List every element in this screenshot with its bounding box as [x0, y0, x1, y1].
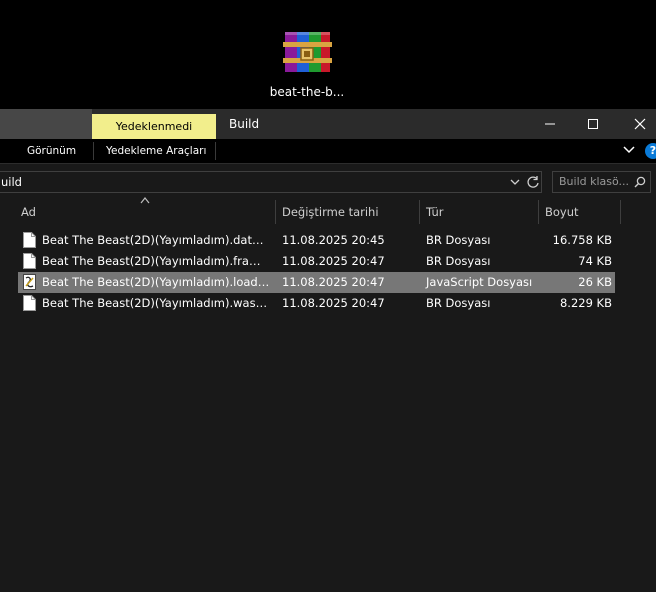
- explorer-window: Yedeklenmedi Build Görünüm Yedekleme Ara…: [0, 109, 656, 592]
- file-name: Beat The Beast(2D)(Yayımladım).loader.js: [42, 275, 270, 289]
- tab-view[interactable]: Görünüm: [27, 139, 76, 163]
- file-type: BR Dosyası: [426, 233, 491, 247]
- file-size: 74 KB: [578, 254, 612, 268]
- file-size: 26 KB: [578, 275, 612, 289]
- ribbon-tabs: Görünüm Yedekleme Araçları ?: [0, 139, 656, 164]
- desktop-item-label: beat-the-b...: [269, 85, 345, 99]
- search-icon: [634, 176, 646, 188]
- minimize-icon: [545, 123, 555, 125]
- column-headers: Ad Değiştirme tarihi Tür Boyut: [0, 197, 656, 226]
- address-dropdown-chevron-down-icon[interactable]: [509, 176, 521, 188]
- winrar-archive-icon: [283, 32, 332, 72]
- file-date: 11.08.2025 20:47: [282, 296, 385, 310]
- search-placeholder: Build klasö...: [559, 175, 630, 188]
- column-header-date[interactable]: Değiştirme tarihi: [282, 198, 379, 226]
- ribbon-divider: [93, 142, 94, 160]
- javascript-file-icon: [23, 274, 36, 290]
- address-bar[interactable]: uild: [0, 171, 542, 193]
- expand-ribbon-chevron-down-icon[interactable]: [622, 143, 636, 157]
- file-type: JavaScript Dosyası: [426, 275, 533, 289]
- file-row[interactable]: Beat The Beast(2D)(Yayımladım).wasm.br 1…: [18, 293, 615, 314]
- file-date: 11.08.2025 20:47: [282, 254, 385, 268]
- file-icon: [23, 295, 36, 311]
- file-icon: [23, 253, 36, 269]
- file-size: 8.229 KB: [559, 296, 612, 310]
- file-icon: [23, 232, 36, 248]
- window-title: Build: [229, 117, 260, 131]
- search-input[interactable]: Build klasö...: [552, 171, 651, 193]
- file-row-selected[interactable]: Beat The Beast(2D)(Yayımladım).loader.js…: [18, 272, 615, 293]
- file-name: Beat The Beast(2D)(Yayımladım).framew...: [42, 254, 270, 268]
- tab-backup-tools[interactable]: Yedekleme Araçları: [106, 139, 206, 163]
- column-header-size[interactable]: Boyut: [545, 198, 579, 226]
- file-type: BR Dosyası: [426, 296, 491, 310]
- desktop: beat-the-b...: [0, 0, 656, 109]
- column-header-type[interactable]: Tür: [426, 198, 443, 226]
- column-resize-handle[interactable]: [419, 200, 420, 224]
- refresh-icon[interactable]: [526, 175, 540, 189]
- file-row[interactable]: Beat The Beast(2D)(Yayımladım).data.br 1…: [18, 230, 615, 251]
- column-resize-handle[interactable]: [538, 200, 539, 224]
- file-date: 11.08.2025 20:47: [282, 275, 385, 289]
- sort-ascending-icon: [140, 197, 150, 204]
- file-name: Beat The Beast(2D)(Yayımladım).wasm.br: [42, 296, 270, 310]
- column-header-name[interactable]: Ad: [21, 198, 36, 226]
- file-name: Beat The Beast(2D)(Yayımladım).data.br: [42, 233, 270, 247]
- desktop-archive-item[interactable]: beat-the-b...: [262, 28, 352, 99]
- close-icon: [634, 118, 646, 130]
- file-row[interactable]: Beat The Beast(2D)(Yayımladım).framew...…: [18, 251, 615, 272]
- file-type: BR Dosyası: [426, 254, 491, 268]
- tab-manage-backup[interactable]: Yedeklenmedi: [92, 114, 216, 139]
- minimize-button[interactable]: [527, 109, 573, 139]
- quick-access-toolbar: [0, 109, 92, 139]
- column-resize-handle[interactable]: [275, 200, 276, 224]
- help-button[interactable]: ?: [645, 143, 656, 159]
- close-button[interactable]: [617, 109, 656, 139]
- column-resize-handle[interactable]: [620, 200, 621, 224]
- navigation-bar: uild Build klasö...: [0, 164, 656, 196]
- address-path: uild: [1, 175, 22, 189]
- file-date: 11.08.2025 20:45: [282, 233, 385, 247]
- title-bar: Yedeklenmedi Build: [0, 109, 656, 139]
- file-size: 16.758 KB: [552, 233, 612, 247]
- maximize-button[interactable]: [570, 109, 616, 139]
- ribbon-divider: [215, 142, 216, 160]
- maximize-icon: [588, 119, 598, 129]
